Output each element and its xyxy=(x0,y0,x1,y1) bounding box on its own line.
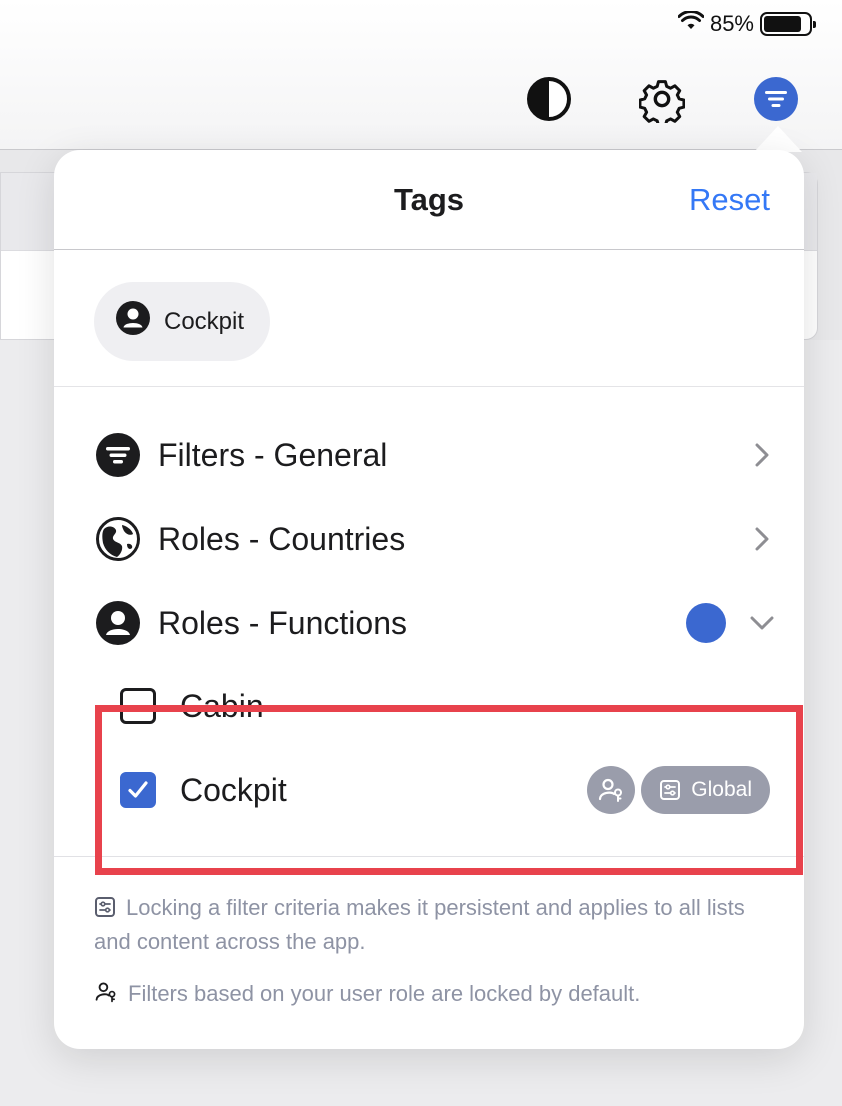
app-top-bar: 85% xyxy=(0,0,842,150)
person-circle-icon xyxy=(116,301,150,342)
lock-note-text: Locking a filter criteria makes it persi… xyxy=(94,895,745,954)
highlight-box xyxy=(95,705,803,875)
gear-icon[interactable] xyxy=(639,76,685,123)
filter-button[interactable] xyxy=(753,76,799,122)
role-note: Filters based on your user role are lock… xyxy=(94,978,764,1012)
wifi-icon xyxy=(677,10,705,37)
battery-percentage: 85% xyxy=(709,11,754,36)
filter-circle-icon xyxy=(96,433,140,477)
status-bar: 85% xyxy=(677,10,816,38)
contrast-icon[interactable] xyxy=(526,76,572,122)
battery-icon xyxy=(760,12,816,36)
sliders-lock-icon xyxy=(94,895,116,926)
popover-header: Tags Reset xyxy=(54,150,804,250)
popover-arrow xyxy=(754,126,802,152)
active-tags-area: Cockpit xyxy=(54,250,804,387)
filter-icon xyxy=(754,77,798,121)
chevron-right-icon xyxy=(748,525,776,553)
active-indicator-dot xyxy=(686,603,726,643)
globe-icon xyxy=(96,517,140,561)
chevron-down-icon xyxy=(748,609,776,637)
tags-popover: Tags Reset Cockpit Filters - General Rol… xyxy=(54,150,804,1049)
person-key-icon xyxy=(94,980,118,1012)
category-label: Roles - Functions xyxy=(158,604,407,641)
active-tag-label: Cockpit xyxy=(164,307,245,335)
reset-button[interactable]: Reset xyxy=(689,182,770,218)
active-tag-chip[interactable]: Cockpit xyxy=(94,282,270,361)
category-roles-functions[interactable]: Roles - Functions xyxy=(96,593,776,653)
chevron-right-icon xyxy=(748,441,776,469)
person-circle-icon xyxy=(96,601,140,645)
lock-note: Locking a filter criteria makes it persi… xyxy=(94,892,764,957)
category-roles-countries[interactable]: Roles - Countries xyxy=(96,509,776,569)
category-filters-general[interactable]: Filters - General xyxy=(96,425,776,485)
category-label: Roles - Countries xyxy=(158,520,406,557)
role-note-text: Filters based on your user role are lock… xyxy=(128,981,641,1006)
category-label: Filters - General xyxy=(158,436,388,473)
